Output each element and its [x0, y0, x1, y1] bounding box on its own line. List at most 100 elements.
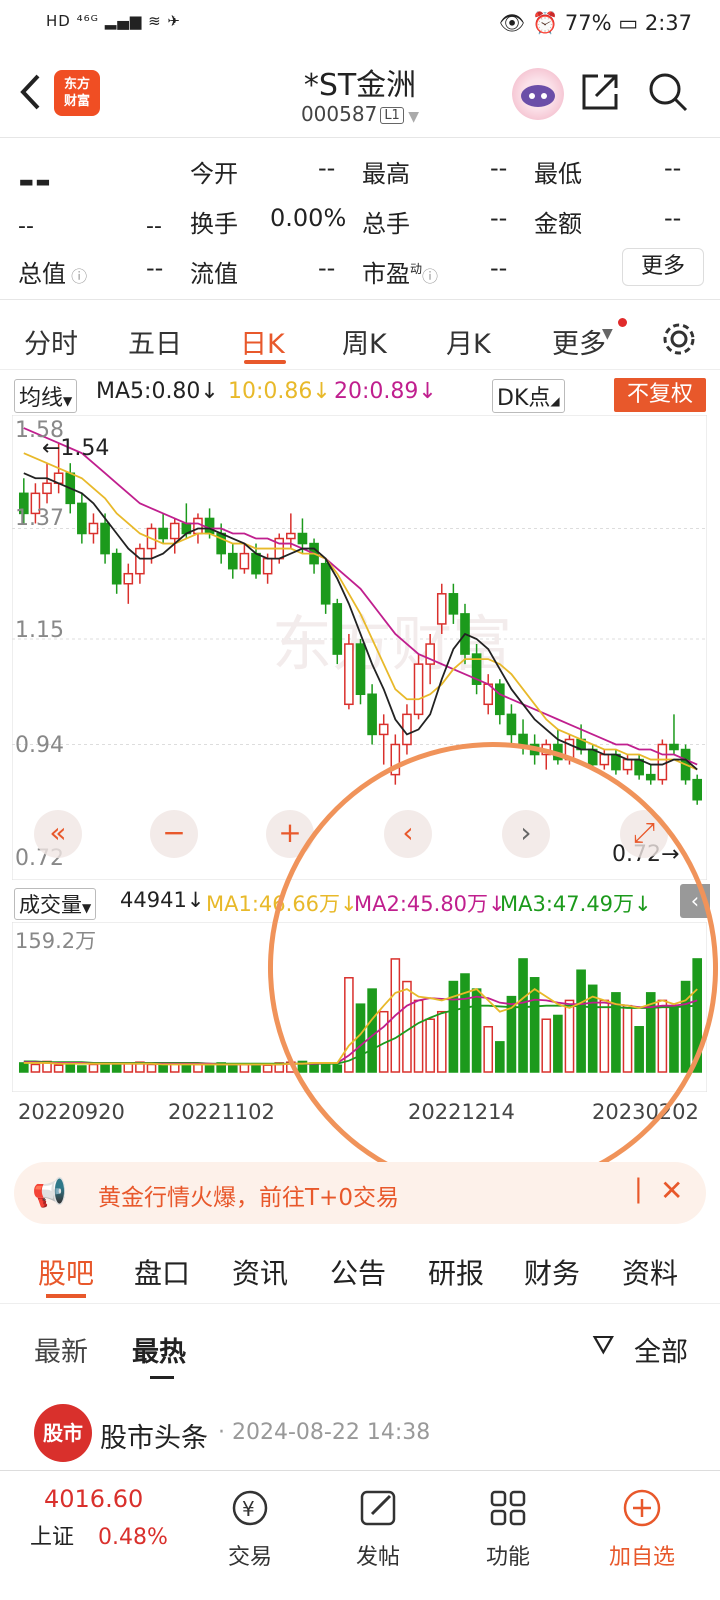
open-value: --	[318, 154, 336, 182]
battery-icon: ▭	[618, 11, 639, 35]
ma20-value: 20:0.89↓	[334, 379, 437, 404]
share-icon[interactable]	[580, 70, 620, 112]
candle-body	[88, 522, 99, 535]
candle-body	[251, 552, 261, 575]
tab-announcement[interactable]: 公告	[330, 1252, 386, 1292]
candle-body	[355, 643, 366, 696]
turnover-label: 换手	[190, 210, 238, 238]
status-right: 👁 ⏰ 77% ▭ 2:37	[499, 11, 692, 36]
candle-body	[262, 557, 273, 575]
candle-body	[320, 562, 331, 605]
float-label: 流值	[190, 260, 238, 288]
candle-body	[634, 758, 644, 776]
mcap-value: --	[146, 254, 164, 282]
candle-body	[123, 572, 134, 585]
ma10-value: 10:0.86↓	[228, 379, 331, 404]
volume-label: 总手	[362, 210, 410, 238]
more-quote-button[interactable]: 更多	[622, 248, 704, 286]
clock: 2:37	[644, 11, 692, 35]
function-button[interactable]: 功能	[458, 1483, 558, 1571]
amount-value: --	[664, 204, 682, 232]
author-avatar[interactable]: 股市	[34, 1404, 92, 1462]
edit-icon	[328, 1483, 428, 1533]
volume-value: --	[490, 204, 508, 232]
post-header[interactable]: 股市 股市头条 · 2024-08-22 14:38	[0, 1404, 720, 1466]
low-label: 最低	[534, 160, 582, 188]
candle-body	[413, 663, 424, 716]
pe-sup: 动	[410, 262, 423, 276]
dk-point-selector[interactable]: DK点◢	[492, 379, 565, 413]
tab-finance[interactable]: 财务	[524, 1252, 580, 1292]
eye-icon: 👁	[498, 11, 526, 35]
pe-label: 市盈动ⓘ	[362, 260, 439, 288]
tab-profile[interactable]: 资料	[622, 1252, 678, 1292]
add-watchlist-button[interactable]: 加自选	[592, 1483, 692, 1571]
tab-monthly-k[interactable]: 月K	[446, 322, 491, 361]
post-button[interactable]: 发帖	[328, 1483, 428, 1571]
candle-body	[135, 547, 145, 575]
assistant-robot-icon[interactable]	[512, 68, 564, 120]
filter-icon[interactable]: ⛛	[592, 1330, 615, 1362]
period-tabs: 分时 五日 日K 周K 月K 更多 ▼	[0, 310, 720, 370]
index-pct: 0.48%	[98, 1525, 168, 1550]
info-icon[interactable]: ⓘ	[66, 267, 87, 286]
tab-more[interactable]: 更多	[552, 322, 606, 361]
tab-daily-k[interactable]: 日K	[240, 322, 285, 361]
candle-body	[297, 532, 308, 545]
stock-code: 000587	[300, 102, 378, 126]
high-label: 最高	[362, 160, 410, 188]
volume-bar	[146, 1063, 157, 1073]
promo-banner[interactable]: 📢 黄金行情火爆，前往T+0交易 | ✕	[14, 1162, 706, 1224]
candle-body	[100, 522, 110, 555]
candle-body	[286, 532, 296, 540]
close-icon[interactable]: ✕	[660, 1174, 683, 1207]
network-status: HD ⁴⁶ᴳ ▂▄▆ ≋ ✈	[46, 12, 181, 30]
settings-gear-icon[interactable]	[660, 320, 698, 358]
grid-icon	[458, 1483, 558, 1533]
author-name[interactable]: 股市头条	[100, 1416, 208, 1455]
float-value: --	[318, 254, 336, 282]
turnover-value: 0.00%	[270, 204, 347, 232]
price-axis-2: 1.37	[15, 506, 64, 531]
banner-text: 黄金行情火爆，前往T+0交易	[98, 1185, 399, 1211]
volume-selector[interactable]: 成交量▼	[14, 888, 97, 920]
tab-pankou[interactable]: 盘口	[134, 1252, 190, 1292]
volume-value: 44941↓	[120, 888, 205, 912]
candle-body	[587, 748, 598, 766]
index-ticker[interactable]: 4016.60 上证 0.48%	[30, 1485, 190, 1551]
megaphone-icon: 📢	[32, 1176, 67, 1209]
candle-body	[344, 643, 354, 706]
candle-body	[506, 713, 517, 736]
trade-button[interactable]: ¥ 交易	[200, 1483, 300, 1571]
index-value: 4016.60	[44, 1485, 144, 1513]
battery-percent: 77%	[564, 11, 612, 35]
info-icon[interactable]: ⓘ	[422, 267, 438, 286]
candle-body	[332, 603, 343, 655]
candle-body	[645, 773, 656, 781]
chevron-down-icon: ▼	[403, 109, 420, 125]
volume-bar	[227, 1064, 238, 1073]
notification-dot	[618, 318, 627, 327]
search-icon[interactable]	[646, 70, 690, 114]
zoom-out-button[interactable]: −	[150, 810, 198, 858]
tab-five-day[interactable]: 五日	[128, 322, 182, 361]
tab-weekly-k[interactable]: 周K	[342, 322, 387, 361]
candle-body	[227, 552, 238, 570]
sort-latest[interactable]: 最新	[34, 1330, 88, 1369]
mcap-label: 总值 ⓘ	[18, 260, 88, 288]
divider: |	[634, 1174, 643, 1204]
sort-hot[interactable]: 最热	[132, 1330, 186, 1369]
fast-back-button[interactable]: «	[34, 810, 82, 858]
filter-all[interactable]: 全部	[634, 1330, 688, 1369]
bottom-toolbar: 4016.60 上证 0.48% ¥ 交易 发帖 功能 加自选	[0, 1470, 720, 1600]
tab-timeshare[interactable]: 分时	[24, 322, 78, 361]
candle-body	[692, 778, 703, 801]
tab-guba[interactable]: 股吧	[38, 1252, 94, 1292]
open-label: 今开	[190, 160, 238, 188]
ma-selector[interactable]: 均线▼	[14, 379, 78, 413]
tab-research[interactable]: 研报	[428, 1252, 484, 1292]
candle-body	[599, 753, 610, 766]
adjust-button[interactable]: 不复权	[614, 378, 706, 412]
alarm-icon: ⏰	[532, 11, 559, 35]
tab-news[interactable]: 资讯	[232, 1252, 288, 1292]
